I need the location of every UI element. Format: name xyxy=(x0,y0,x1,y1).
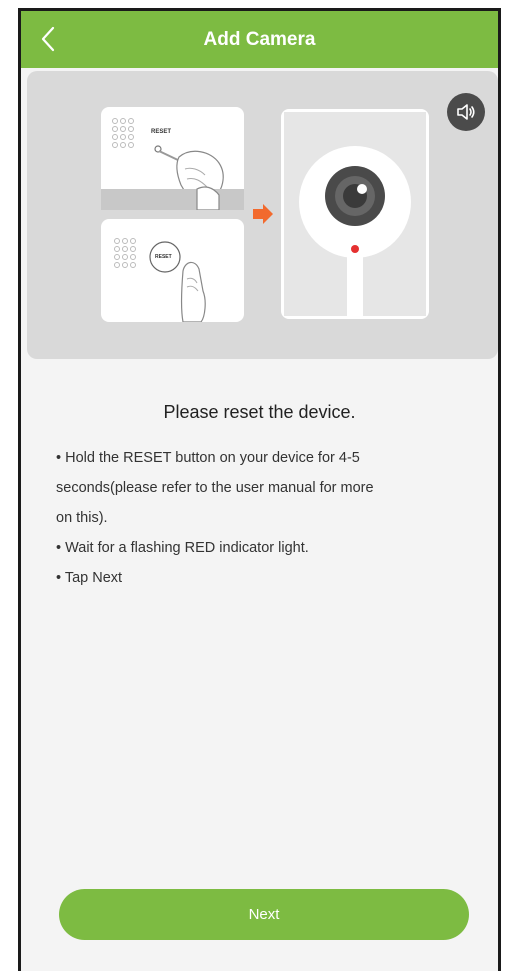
reset-label-top: RESET xyxy=(151,129,172,135)
next-button[interactable]: Next xyxy=(59,889,469,940)
instruction-steps: • Hold the RESET button on your device f… xyxy=(56,443,476,593)
back-button[interactable] xyxy=(33,21,63,57)
step-line: • Hold the RESET button on your device f… xyxy=(56,450,360,466)
camera-drawing xyxy=(284,112,426,316)
arrow-right-icon xyxy=(253,204,273,224)
step-line: • Tap Next xyxy=(56,570,123,586)
step-line: on this). xyxy=(56,510,108,526)
speaker-button[interactable] xyxy=(447,93,485,131)
reset-button-card: RESET xyxy=(101,219,244,323)
reset-label-button: RESET xyxy=(155,254,172,260)
instruction-heading: Please reset the device. xyxy=(163,402,356,422)
step-line: • Wait for a flashing RED indicator ligh… xyxy=(56,540,309,556)
step-line: seconds(please refer to the user manual … xyxy=(56,480,374,496)
speaker-icon xyxy=(457,104,475,120)
reset-pin-card: RESET xyxy=(101,107,244,211)
app-screen: Add Camera RESET RESET Please reset the … xyxy=(18,8,501,971)
chevron-left-icon xyxy=(41,26,55,52)
reset-illustration: RESET RESET xyxy=(27,71,498,359)
camera-card xyxy=(281,109,429,319)
reset-button-drawing xyxy=(114,238,206,323)
reset-pin-drawing xyxy=(101,118,244,211)
page-title: Add Camera xyxy=(203,28,316,50)
app-header: Add Camera xyxy=(21,11,498,68)
